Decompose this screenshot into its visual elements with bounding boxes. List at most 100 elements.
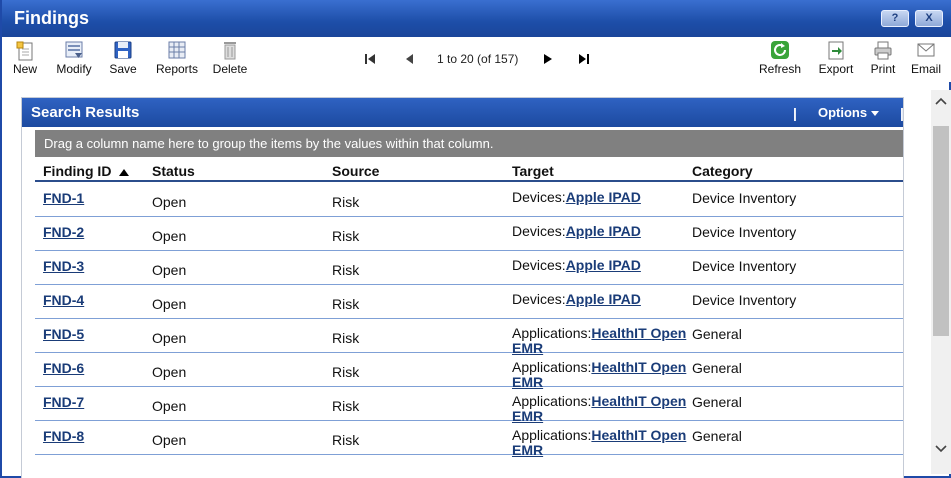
trash-can-icon bbox=[224, 42, 236, 60]
category-cell: General bbox=[692, 360, 742, 376]
finding-id-link[interactable]: FND-1 bbox=[43, 190, 84, 206]
last-page-icon[interactable] bbox=[576, 51, 592, 67]
group-by-drop-zone[interactable]: Drag a column name here to group the ite… bbox=[35, 130, 903, 157]
options-label: Options bbox=[818, 105, 868, 120]
panel-header: Search Results | Options | bbox=[22, 98, 904, 127]
grid-header: Finding ID Status Source Target Category bbox=[35, 160, 903, 182]
target-cell: Devices:Apple IPAD bbox=[512, 258, 687, 273]
target-cell: Devices:Apple IPAD bbox=[512, 224, 687, 239]
target-cell: Applications:HealthIT Open EMR bbox=[512, 394, 687, 424]
column-header-target[interactable]: Target bbox=[512, 163, 554, 179]
table-row[interactable]: FND-1 Open Risk Devices:Apple IPAD Device In… bbox=[35, 184, 903, 217]
refresh-button[interactable]: Refresh bbox=[756, 39, 804, 76]
print-button[interactable]: Print bbox=[866, 39, 900, 76]
email-button[interactable]: Email bbox=[907, 39, 945, 76]
target-type: Applications: bbox=[512, 427, 592, 443]
delete-label: Delete bbox=[212, 62, 248, 76]
reports-grid-icon bbox=[168, 41, 186, 59]
target-cell: Applications:HealthIT Open EMR bbox=[512, 326, 687, 356]
finding-id-link[interactable]: FND-8 bbox=[43, 428, 84, 444]
refresh-label: Refresh bbox=[758, 62, 802, 76]
category-cell: Device Inventory bbox=[692, 258, 797, 274]
export-label: Export bbox=[818, 62, 854, 76]
finding-id-link[interactable]: FND-2 bbox=[43, 224, 84, 240]
table-row[interactable]: FND-6 Open Risk Applications:HealthIT Open … bbox=[35, 354, 903, 390]
new-document-icon bbox=[16, 41, 33, 61]
target-link[interactable]: Apple IPAD bbox=[566, 257, 641, 273]
next-page-icon[interactable] bbox=[540, 51, 556, 67]
source-cell: Risk bbox=[332, 398, 360, 414]
source-cell: Risk bbox=[332, 262, 360, 278]
delete-button[interactable]: Delete bbox=[210, 39, 250, 76]
column-header-status[interactable]: Status bbox=[152, 163, 195, 179]
close-button[interactable]: X bbox=[915, 10, 943, 27]
findings-window: Findings ? X New Modify Save Reports Del… bbox=[0, 0, 951, 478]
save-button[interactable]: Save bbox=[108, 39, 138, 76]
window-title: Findings bbox=[14, 8, 89, 28]
source-cell: Risk bbox=[332, 296, 360, 312]
table-row[interactable]: FND-2 Open Risk Devices:Apple IPAD Device In… bbox=[35, 218, 903, 251]
category-cell: General bbox=[692, 394, 742, 410]
status-cell: Open bbox=[152, 296, 187, 312]
first-page-icon[interactable] bbox=[362, 51, 378, 67]
modify-label: Modify bbox=[56, 62, 92, 76]
modify-button[interactable]: Modify bbox=[52, 39, 96, 76]
finding-id-link[interactable]: FND-5 bbox=[43, 326, 84, 342]
modify-form-icon bbox=[65, 41, 83, 58]
table-row[interactable]: FND-4 Open Risk Devices:Apple IPAD Device In… bbox=[35, 286, 903, 319]
pager: 1 to 20 (of 157) bbox=[362, 51, 602, 71]
source-cell: Risk bbox=[332, 364, 360, 380]
table-row[interactable]: FND-3 Open Risk Devices:Apple IPAD Device In… bbox=[35, 252, 903, 285]
finding-id-link[interactable]: FND-7 bbox=[43, 394, 84, 410]
search-results-panel: Search Results | Options | Drag a column… bbox=[21, 97, 904, 478]
options-menu[interactable]: Options bbox=[818, 105, 880, 120]
scrollbar-thumb[interactable] bbox=[933, 126, 949, 336]
toolbar: New Modify Save Reports Delete 1 to 20 (… bbox=[4, 37, 951, 82]
printer-icon bbox=[874, 41, 892, 60]
target-type: Devices: bbox=[512, 223, 566, 239]
scroll-down-icon[interactable] bbox=[935, 442, 947, 454]
title-bar: Findings ? X bbox=[2, 0, 951, 37]
status-cell: Open bbox=[152, 262, 187, 278]
target-type: Devices: bbox=[512, 291, 566, 307]
table-row[interactable]: FND-7 Open Risk Applications:HealthIT Open … bbox=[35, 388, 903, 424]
table-row[interactable]: FND-8 Open Risk Applications:HealthIT Open … bbox=[35, 422, 903, 458]
save-label: Save bbox=[109, 62, 137, 76]
status-cell: Open bbox=[152, 432, 187, 448]
target-cell: Devices:Apple IPAD bbox=[512, 292, 687, 307]
column-header-finding-id[interactable]: Finding ID bbox=[43, 163, 130, 179]
sort-ascending-icon bbox=[119, 168, 130, 176]
category-cell: General bbox=[692, 326, 742, 342]
column-header-category[interactable]: Category bbox=[692, 163, 753, 179]
vertical-scrollbar[interactable] bbox=[931, 90, 951, 474]
source-cell: Risk bbox=[332, 432, 360, 448]
target-cell: Applications:HealthIT Open EMR bbox=[512, 360, 687, 390]
finding-id-link[interactable]: FND-6 bbox=[43, 360, 84, 376]
floppy-disk-icon bbox=[114, 41, 132, 59]
email-label: Email bbox=[910, 62, 941, 76]
target-link[interactable]: Apple IPAD bbox=[566, 223, 641, 239]
table-row[interactable]: FND-5 Open Risk Applications:HealthIT Open … bbox=[35, 320, 903, 356]
target-type: Devices: bbox=[512, 189, 566, 205]
target-type: Applications: bbox=[512, 359, 592, 375]
source-cell: Risk bbox=[332, 194, 360, 210]
target-link[interactable]: Apple IPAD bbox=[566, 291, 641, 307]
previous-page-icon[interactable] bbox=[402, 51, 418, 67]
target-type: Applications: bbox=[512, 393, 592, 409]
finding-id-link[interactable]: FND-4 bbox=[43, 292, 84, 308]
target-link[interactable]: Apple IPAD bbox=[566, 189, 641, 205]
reports-button[interactable]: Reports bbox=[152, 39, 202, 76]
status-cell: Open bbox=[152, 398, 187, 414]
help-button[interactable]: ? bbox=[881, 10, 909, 27]
scroll-up-icon[interactable] bbox=[935, 96, 947, 108]
category-cell: Device Inventory bbox=[692, 292, 797, 308]
page-range-text: 1 to 20 (of 157) bbox=[437, 52, 519, 66]
status-cell: Open bbox=[152, 330, 187, 346]
finding-id-link[interactable]: FND-3 bbox=[43, 258, 84, 274]
column-header-source[interactable]: Source bbox=[332, 163, 379, 179]
source-cell: Risk bbox=[332, 228, 360, 244]
export-button[interactable]: Export bbox=[815, 39, 857, 76]
new-button[interactable]: New bbox=[10, 39, 40, 76]
source-cell: Risk bbox=[332, 330, 360, 346]
header-separator-right: | bbox=[900, 105, 904, 121]
